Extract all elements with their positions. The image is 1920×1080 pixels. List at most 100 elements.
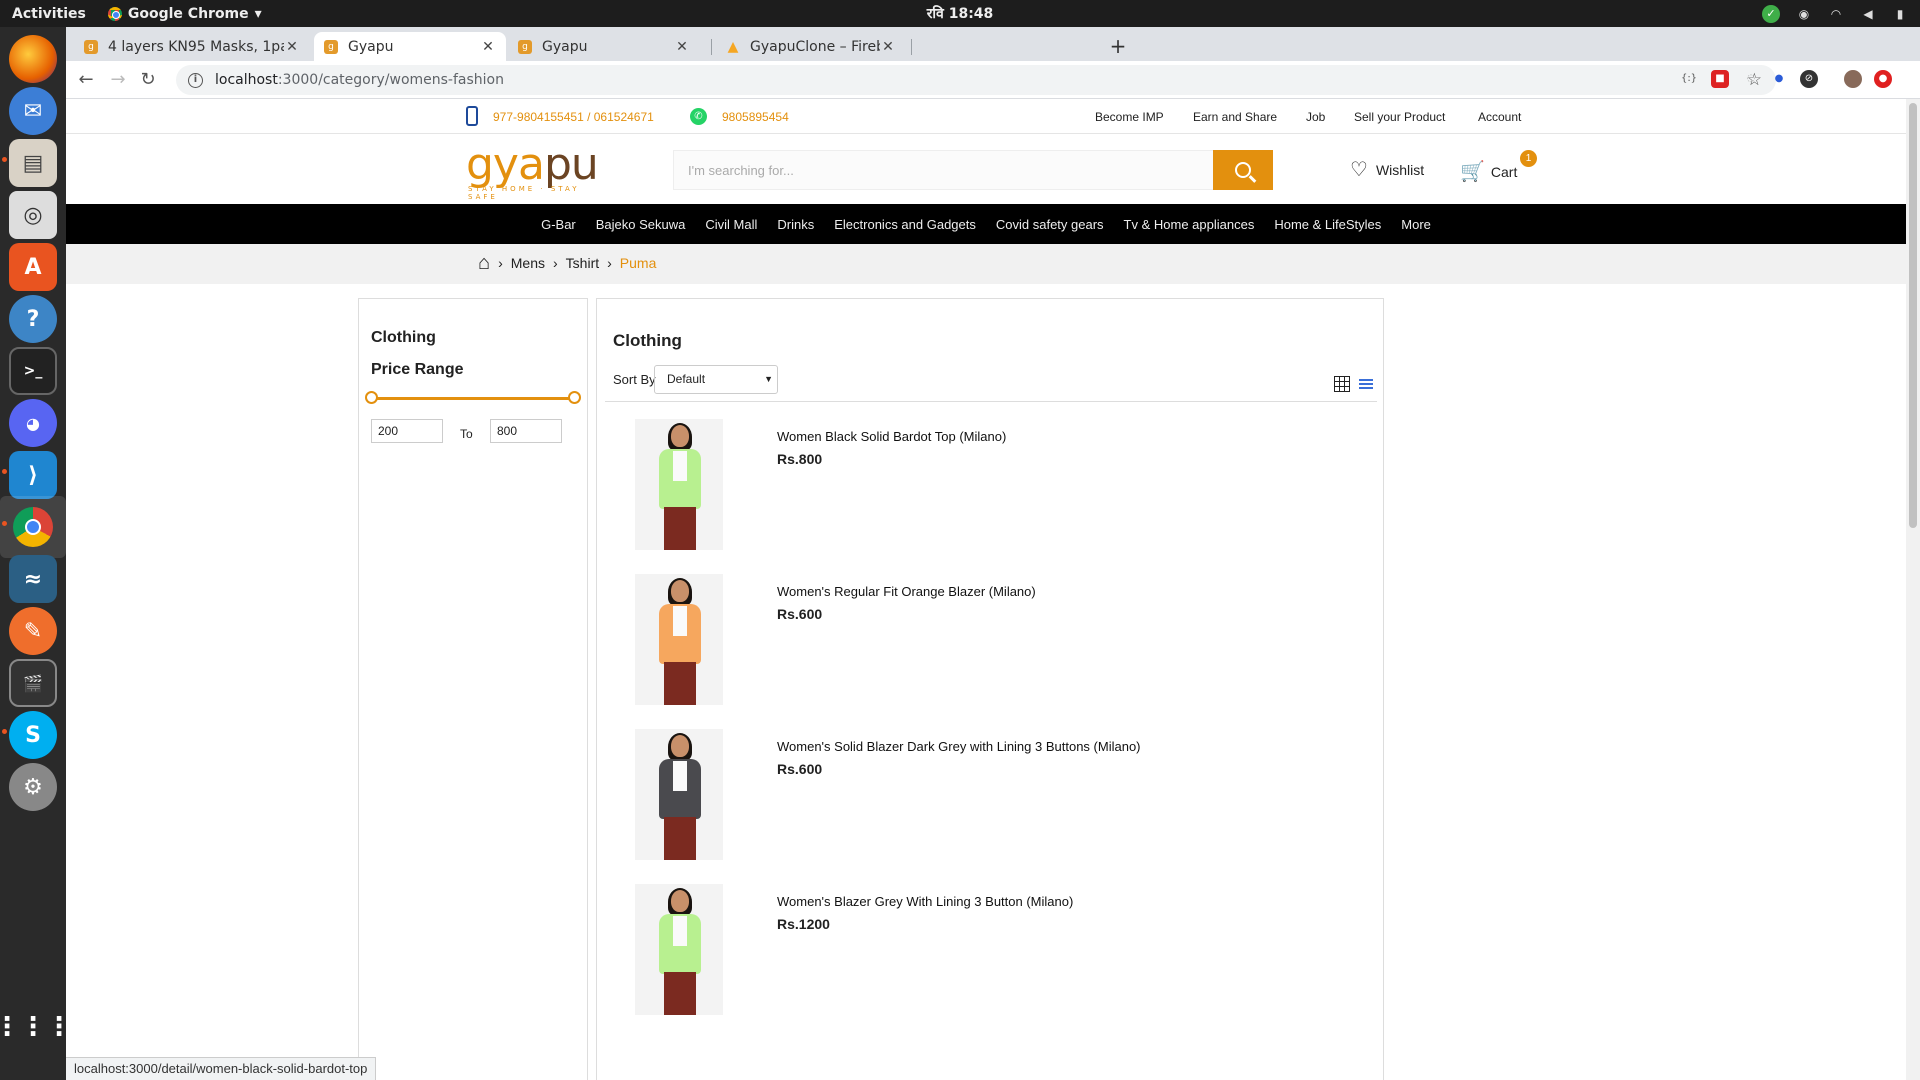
category-drinks[interactable]: Drinks	[777, 217, 814, 232]
vscode-icon[interactable]: ⟩	[9, 451, 57, 499]
product-image[interactable]	[635, 419, 723, 550]
postman-icon[interactable]: ✎	[9, 607, 57, 655]
search-button[interactable]	[1213, 150, 1273, 190]
filter-category-title[interactable]: Clothing	[371, 329, 436, 347]
product-image[interactable]	[635, 574, 723, 705]
caret-down-icon: ▼	[764, 374, 773, 384]
breadcrumb-tshirt[interactable]: Tshirt	[566, 255, 599, 271]
discord-tray-icon[interactable]: ◉	[1796, 7, 1812, 21]
price-range-min-handle[interactable]	[365, 391, 378, 404]
discord-icon[interactable]: ◕	[9, 399, 57, 447]
product-name[interactable]: Women's Regular Fit Orange Blazer (Milan…	[777, 584, 1036, 599]
divider	[605, 401, 1377, 402]
link-account[interactable]: Account	[1478, 110, 1521, 124]
link-job[interactable]: Job	[1306, 110, 1325, 124]
price-max-input[interactable]: 800	[490, 419, 562, 443]
product-item[interactable]: Women's Solid Blazer Dark Grey with Lini…	[635, 729, 1355, 869]
sort-select[interactable]: Default ▼	[654, 365, 778, 394]
whatsapp-number[interactable]: 9805895454	[722, 110, 789, 124]
product-name[interactable]: Women's Solid Blazer Dark Grey with Lini…	[777, 739, 1141, 754]
activities-button[interactable]: Activities	[12, 6, 86, 22]
rhythmbox-icon[interactable]: ◎	[9, 191, 57, 239]
product-image[interactable]	[635, 729, 723, 860]
update-icon[interactable]: ✓	[1762, 4, 1780, 23]
sort-select-value: Default	[667, 372, 706, 386]
settings-icon[interactable]: ⚙	[9, 763, 57, 811]
wishlist-link[interactable]: ♡ Wishlist	[1350, 160, 1424, 180]
video-editor-icon[interactable]: 🎬	[9, 659, 57, 707]
price-range-track[interactable]	[371, 397, 575, 400]
tab-kn95-masks[interactable]: g 4 layers KN95 Masks, 1pac ✕	[74, 32, 310, 61]
product-item[interactable]: Women's Blazer Grey With Lining 3 Button…	[635, 884, 1355, 1024]
extension-record-icon[interactable]: ●	[1874, 70, 1892, 88]
scrollbar-thumb[interactable]	[1909, 103, 1917, 528]
category-more[interactable]: More	[1401, 217, 1431, 232]
profile-avatar[interactable]	[1844, 70, 1862, 88]
category-civil-mall[interactable]: Civil Mall	[705, 217, 757, 232]
address-bar[interactable]: i localhost:3000/category/womens-fashion…	[176, 65, 1776, 95]
link-sell-your-product[interactable]: Sell your Product	[1354, 110, 1445, 124]
category-covid-safety[interactable]: Covid safety gears	[996, 217, 1104, 232]
tab-gyapu[interactable]: g Gyapu ✕	[508, 32, 700, 61]
system-tray[interactable]: ✓ ◉ ◠ ◀ ▮	[1762, 0, 1908, 27]
logo-text-pu: pu	[543, 139, 599, 190]
product-item[interactable]: Women's Regular Fit Orange Blazer (Milan…	[635, 574, 1355, 714]
app-menu[interactable]: Google Chrome ▾	[107, 6, 262, 22]
skype-icon[interactable]: S	[9, 711, 57, 759]
tab-firebase[interactable]: ▲ GyapuClone – Firebase co ✕	[716, 32, 906, 61]
category-home-lifestyles[interactable]: Home & LifeStyles	[1274, 217, 1381, 232]
extension-red-icon[interactable]: ■	[1711, 70, 1729, 88]
reload-icon[interactable]: ↻	[136, 68, 160, 92]
site-logo[interactable]: gyapu STAY HOME · STAY SAFE	[466, 143, 606, 202]
product-price: Rs.800	[777, 451, 823, 467]
wifi-icon[interactable]: ◠	[1828, 7, 1844, 21]
battery-icon[interactable]: ▮	[1892, 7, 1908, 21]
firefox-icon[interactable]	[9, 35, 57, 83]
files-icon[interactable]: ▤	[9, 139, 57, 187]
chrome-dock-icon[interactable]	[0, 496, 66, 558]
extension-blue-icon[interactable]: ●	[1770, 70, 1788, 88]
tab-gyapu-active[interactable]: g Gyapu ✕	[314, 32, 506, 61]
close-icon[interactable]: ✕	[674, 39, 690, 55]
clock[interactable]: रवि 18:48	[0, 4, 1920, 23]
product-image[interactable]	[635, 884, 723, 1015]
phone-number[interactable]: 977-9804155451 / 061524671	[493, 110, 654, 124]
software-center-icon[interactable]: A	[9, 243, 57, 291]
link-earn-and-share[interactable]: Earn and Share	[1193, 110, 1277, 124]
breadcrumb-mens[interactable]: Mens	[511, 255, 545, 271]
forward-arrow-icon[interactable]: →	[106, 68, 130, 92]
info-icon[interactable]: i	[188, 72, 203, 88]
product-item[interactable]: Women Black Solid Bardot Top (Milano) Rs…	[635, 419, 1355, 559]
extension-dark-icon[interactable]: ⊘	[1800, 70, 1818, 88]
thunderbird-icon[interactable]: ✉	[9, 87, 57, 135]
product-name[interactable]: Women Black Solid Bardot Top (Milano)	[777, 429, 1006, 444]
category-bajeko-sekuwa[interactable]: Bajeko Sekuwa	[596, 217, 686, 232]
show-applications-icon[interactable]: ⋮⋮⋮	[0, 1003, 72, 1051]
page-scrollbar[interactable]	[1906, 99, 1920, 1080]
search-input[interactable]	[673, 150, 1221, 190]
cart-link[interactable]: 🛒 Cart 1	[1460, 150, 1537, 184]
list-view-icon[interactable]	[1359, 379, 1373, 389]
home-icon[interactable]: ⌂	[478, 253, 490, 273]
price-min-input[interactable]: 200	[371, 419, 443, 443]
terminal-icon[interactable]: >_	[9, 347, 57, 395]
product-price: Rs.1200	[777, 916, 830, 932]
json-extension-icon[interactable]: {:}	[1680, 70, 1698, 88]
close-icon[interactable]: ✕	[284, 39, 300, 55]
back-arrow-icon[interactable]: ←	[74, 68, 98, 92]
link-become-imp[interactable]: Become IMP	[1095, 110, 1164, 124]
breadcrumb-current: Puma	[619, 255, 657, 271]
new-tab-button[interactable]: +	[1104, 32, 1132, 60]
close-icon[interactable]: ✕	[880, 39, 896, 55]
category-tv-home[interactable]: Tv & Home appliances	[1124, 217, 1255, 232]
help-icon[interactable]: ?	[9, 295, 57, 343]
grid-view-icon[interactable]	[1334, 376, 1350, 392]
extension-grey-icon[interactable]: ◌	[1742, 70, 1760, 88]
category-g-bar[interactable]: G-Bar	[541, 217, 576, 232]
mysql-workbench-icon[interactable]: ≈	[9, 555, 57, 603]
price-range-max-handle[interactable]	[568, 391, 581, 404]
product-name[interactable]: Women's Blazer Grey With Lining 3 Button…	[777, 894, 1073, 909]
volume-icon[interactable]: ◀	[1860, 7, 1876, 21]
category-electronics[interactable]: Electronics and Gadgets	[834, 217, 976, 232]
close-icon[interactable]: ✕	[480, 39, 496, 55]
